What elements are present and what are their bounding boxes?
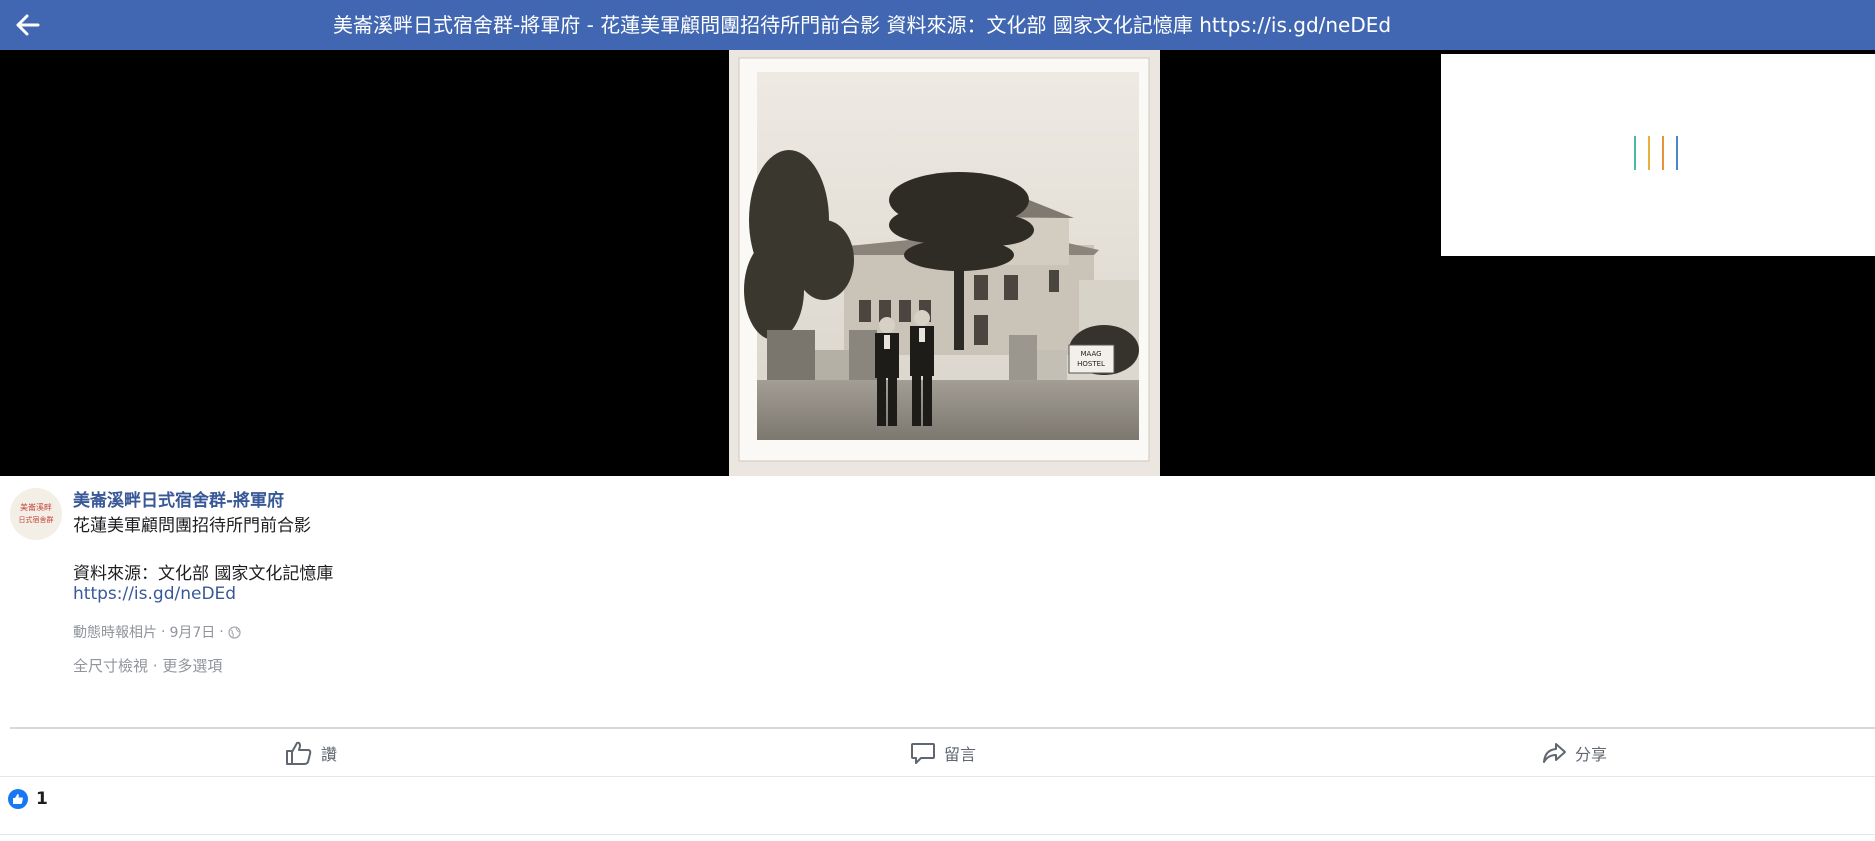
like-label: 讚 bbox=[321, 745, 338, 764]
post-date-link[interactable]: 9月7日 bbox=[169, 622, 215, 642]
divider bbox=[0, 834, 1875, 835]
photo-options: 全尺寸檢視 · 更多選項 bbox=[73, 655, 222, 676]
loader-bar bbox=[1634, 136, 1636, 170]
page-name-link[interactable]: 美崙溪畔日式宿舍群-將軍府 bbox=[73, 486, 284, 511]
caption-text: 花蓮美軍顧問團招待所門前合影 bbox=[73, 516, 311, 536]
reaction-summary[interactable]: 1 bbox=[8, 789, 48, 809]
header-title: 美崙溪畔日式宿舍群-將軍府 - 花蓮美軍顧問團招待所門前合影 資料來源：文化部 … bbox=[333, 13, 1392, 37]
fullsize-view-link[interactable]: 全尺寸檢視 bbox=[73, 657, 148, 675]
loading-popup bbox=[1441, 54, 1875, 256]
comment-icon bbox=[911, 743, 935, 764]
sign-text-line1: MAAG bbox=[1080, 350, 1101, 358]
arrow-left-icon bbox=[16, 14, 40, 36]
globe-icon[interactable] bbox=[228, 625, 241, 639]
divider bbox=[0, 776, 1875, 777]
avatar-text-line1: 美崙溪畔 bbox=[20, 502, 52, 512]
caption-source: 資料來源：文化部 國家文化記憶庫 bbox=[73, 564, 334, 584]
sign-text-line2: HOSTEL bbox=[1077, 360, 1105, 368]
comment-label: 留言 bbox=[944, 745, 977, 764]
loader-bar bbox=[1676, 136, 1678, 170]
like-button[interactable]: 讚 bbox=[285, 738, 337, 768]
caption-link[interactable]: https://is.gd/neDEd bbox=[73, 584, 236, 604]
share-button[interactable]: 分享 bbox=[1541, 738, 1607, 768]
share-icon bbox=[1543, 743, 1566, 763]
loader-bar bbox=[1662, 136, 1664, 170]
options-separator: · bbox=[152, 657, 158, 675]
loading-spinner-icon bbox=[1634, 136, 1684, 172]
loader-bar bbox=[1648, 136, 1650, 170]
photo-image: MAAG HOSTEL bbox=[729, 50, 1160, 476]
thumbs-up-icon bbox=[286, 741, 312, 765]
back-button[interactable] bbox=[10, 8, 46, 42]
avatar-text-line2: 日式宿舍群 bbox=[19, 515, 54, 524]
like-reaction-icon bbox=[8, 789, 28, 809]
reaction-count: 1 bbox=[36, 789, 48, 809]
photo[interactable]: MAAG HOSTEL bbox=[729, 50, 1160, 476]
post-meta: 動態時報相片 · 9月7日 · bbox=[73, 622, 241, 642]
share-label: 分享 bbox=[1575, 745, 1608, 764]
meta-separator: · bbox=[219, 624, 224, 640]
comment-button[interactable]: 留言 bbox=[910, 738, 976, 768]
page-avatar[interactable]: 美崙溪畔 日式宿舍群 bbox=[10, 488, 62, 540]
post-type-link[interactable]: 動態時報相片 bbox=[73, 622, 157, 642]
photo-stage: MAAG HOSTEL bbox=[0, 50, 1875, 476]
more-options-link[interactable]: 更多選項 bbox=[162, 657, 222, 675]
divider bbox=[10, 727, 1875, 729]
meta-separator: · bbox=[161, 624, 166, 640]
photo-viewer-header: 美崙溪畔日式宿舍群-將軍府 - 花蓮美軍顧問團招待所門前合影 資料來源：文化部 … bbox=[0, 0, 1875, 50]
